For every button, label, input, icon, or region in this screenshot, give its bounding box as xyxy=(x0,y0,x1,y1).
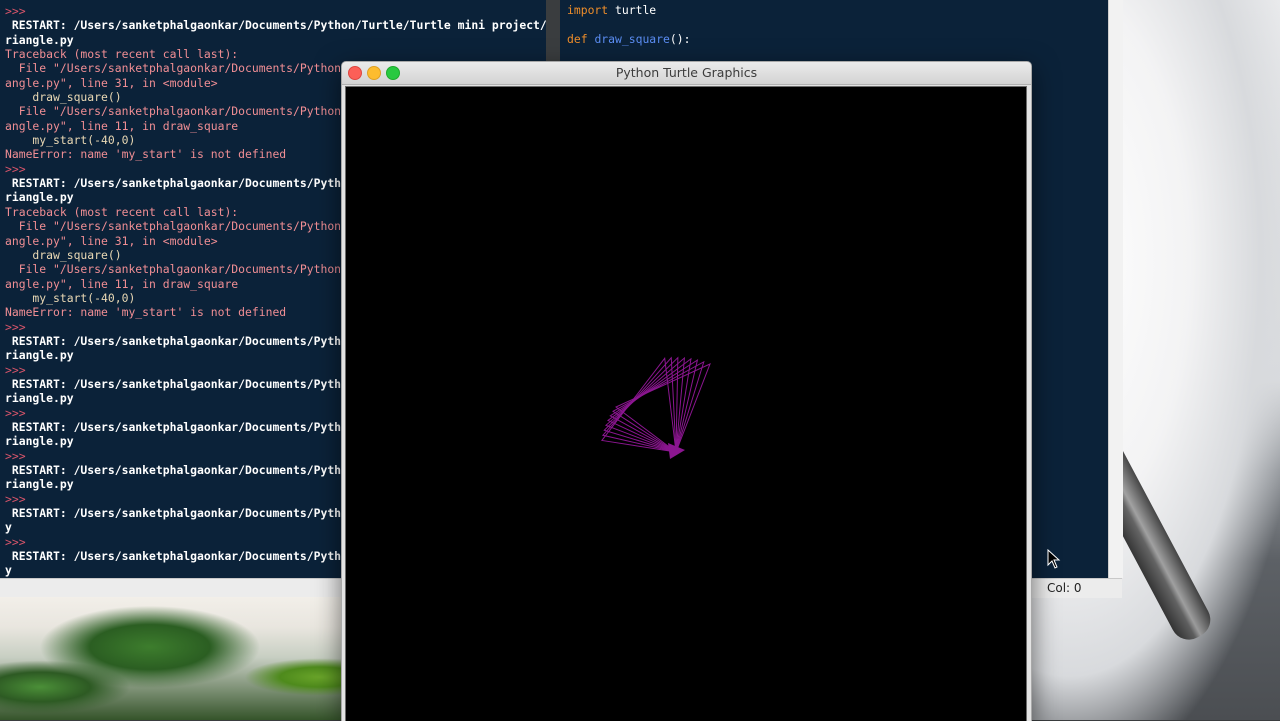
shell-line-restart: riangle.py xyxy=(5,32,74,47)
editor-status-bar: ) Col: 0 xyxy=(1026,578,1122,598)
shell-line-err: Traceback (most recent call last): xyxy=(5,204,239,219)
desktop-wallpaper-left xyxy=(0,597,345,720)
shell-line-prompt: >>> xyxy=(5,362,26,377)
shell-line-code: my_start(-40,0) xyxy=(5,133,136,148)
shell-line-err: angle.py", line 31, in <module> xyxy=(5,75,218,90)
shell-line-restart: RESTART: /Users/sanketphalgaonkar/Docume… xyxy=(5,463,348,477)
import-keyword: import xyxy=(567,3,609,17)
shell-line-err: angle.py", line 11, in draw_square xyxy=(5,276,239,291)
shell-line-err: Traceback (most recent call last): xyxy=(5,47,239,62)
shell-line-restart: y xyxy=(5,520,12,535)
turtle-triangle-stroke xyxy=(600,357,677,453)
shell-line-restart: riangle.py xyxy=(5,477,74,492)
def-keyword: def xyxy=(567,31,588,46)
mouse-pointer-icon xyxy=(1047,549,1061,569)
shell-line-restart: RESTART: /Users/sanketphalgaonkar/Docume… xyxy=(5,376,348,391)
status-column: Col: 0 xyxy=(1047,581,1082,595)
turtle-triangle-stroke xyxy=(615,363,711,453)
shell-line-prompt: >>> xyxy=(5,448,26,463)
shell-line-prompt: >>> xyxy=(5,405,26,420)
turtle-triangle-stroke xyxy=(601,356,677,453)
shell-line-restart: riangle.py xyxy=(5,391,74,406)
shell-line-restart: y xyxy=(5,563,12,578)
function-signature: (): xyxy=(669,31,691,46)
shell-line-restart: riangle.py xyxy=(5,434,74,449)
shell-line-restart: RESTART: /Users/sanketphalgaonkar/Docume… xyxy=(5,506,348,521)
turtle-graphics-window[interactable]: Python Turtle Graphics xyxy=(341,61,1032,721)
shell-line-restart: RESTART: /Users/sanketphalgaonkar/Docume… xyxy=(5,549,348,564)
import-module: turtle xyxy=(608,3,657,17)
window-title: Python Turtle Graphics xyxy=(615,65,758,80)
function-name: draw_square xyxy=(594,31,670,46)
editor-scrollbar[interactable] xyxy=(1108,0,1123,578)
shell-line-err: File "/Users/sanketphalgaonkar/Documents… xyxy=(5,61,348,76)
shell-line-err: angle.py", line 31, in <module> xyxy=(5,233,218,248)
shell-line-err: angle.py", line 11, in draw_square xyxy=(5,118,239,133)
turtle-canvas[interactable] xyxy=(345,86,1027,721)
shell-line-err: NameError: name 'my_start' is not define… xyxy=(5,147,287,162)
shell-line-prompt: >>> xyxy=(5,534,26,549)
shell-line-restart: RESTART: /Users/sanketphalgaonkar/Docume… xyxy=(5,419,348,434)
shell-line-err: File "/Users/sanketphalgaonkar/Documents… xyxy=(5,104,348,119)
editor-code[interactable]: import turtle def draw_square(): xyxy=(567,3,690,46)
shell-line-code: my_start(-40,0) xyxy=(5,290,136,305)
shell-line-prompt: >>> xyxy=(5,4,26,18)
shell-line-restart: riangle.py xyxy=(5,348,74,363)
turtle-drawing xyxy=(600,356,711,459)
shell-line-prompt: >>> xyxy=(5,319,26,334)
shell-line-restart: riangle.py xyxy=(5,190,74,205)
shell-line-restart: RESTART: /Users/sanketphalgaonkar/Docume… xyxy=(5,18,546,33)
shell-line-err: File "/Users/sanketphalgaonkar/Documents… xyxy=(5,262,348,277)
shell-line-prompt: >>> xyxy=(5,491,26,506)
shell-line-err: NameError: name 'my_start' is not define… xyxy=(5,305,287,320)
shell-line-code: draw_square() xyxy=(5,247,122,262)
window-titlebar[interactable]: Python Turtle Graphics xyxy=(342,62,1031,85)
shell-line-prompt: >>> xyxy=(5,161,26,176)
shell-line-restart: RESTART: /Users/sanketphalgaonkar/Docume… xyxy=(5,333,348,348)
shell-line-restart: RESTART: /Users/sanketphalgaonkar/Docume… xyxy=(5,176,348,191)
shell-line-err: File "/Users/sanketphalgaonkar/Documents… xyxy=(5,219,348,234)
shell-line-code: draw_square() xyxy=(5,90,122,105)
